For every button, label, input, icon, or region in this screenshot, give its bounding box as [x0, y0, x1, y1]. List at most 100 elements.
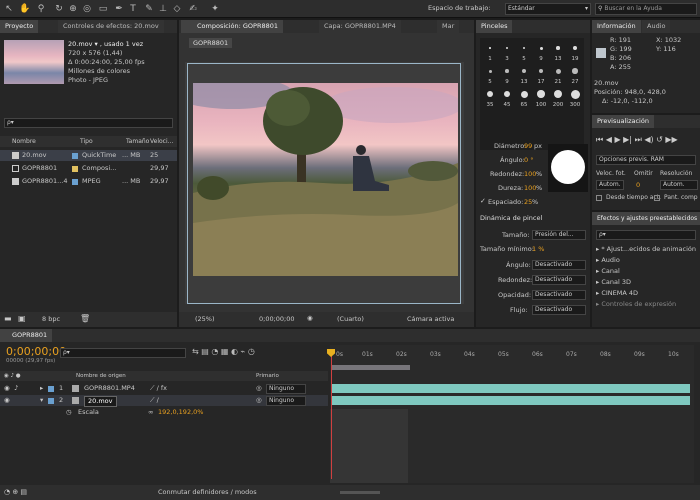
resolution-select[interactable]: Autom. [660, 180, 698, 190]
dyn-size-select[interactable]: Presión del... [532, 230, 586, 240]
layer-switches[interactable]: ⟋ / [150, 395, 159, 406]
work-area-bar[interactable] [332, 365, 410, 370]
project-search-input[interactable]: ρ▾ [4, 118, 173, 128]
parent-select[interactable]: Ninguno [266, 396, 306, 406]
next-frame-icon[interactable]: ▶| [623, 135, 632, 144]
stopwatch-icon[interactable]: ◷ [66, 407, 72, 418]
layer-row[interactable]: ◉ ♪ ▸ 1 GOPR8801.MP4 ⟋ / fx ◎ Ninguno [0, 383, 328, 394]
play-icon[interactable]: ▶ [614, 135, 620, 144]
new-comp-icon[interactable]: ▣ [18, 314, 26, 323]
column-size[interactable]: Tamaño [126, 136, 149, 147]
spacing-checkbox[interactable]: ✓ [480, 197, 486, 205]
prev-frame-icon[interactable]: ◀ [606, 135, 612, 144]
preview-options-select[interactable]: Opciones previs. RAM [596, 155, 696, 165]
tab-preview[interactable]: Previsualización [592, 115, 654, 128]
dyn-angle-select[interactable]: Desactivado [532, 260, 586, 270]
brush-preset-icon[interactable] [522, 69, 526, 73]
effects-search-input[interactable]: ρ▾ [596, 230, 696, 240]
camera-tool-icon[interactable]: ⊕ [66, 2, 80, 16]
expand-arrow-icon[interactable]: ▸ [40, 383, 43, 394]
dyn-roundness-select[interactable]: Desactivado [532, 275, 586, 285]
layer-name[interactable]: 20.mov [84, 396, 117, 407]
shy-icon[interactable]: ◔ [211, 347, 218, 356]
timeline-area[interactable]: 0s 01s 02s 03s 04s 05s 06s 07s 08s 09s 1… [327, 345, 694, 483]
effects-category[interactable]: ▸ Audio [592, 255, 700, 266]
visibility-eye-icon[interactable]: ◉ [4, 395, 10, 406]
effects-category[interactable]: ▸ * Ajust...ecidos de animación [592, 244, 700, 255]
timeline-timecode[interactable]: 0;00;00;00 [6, 345, 66, 358]
brush-preset-icon[interactable] [572, 68, 578, 74]
folder-icon[interactable]: ▬ [4, 314, 12, 323]
pen-tool-icon[interactable]: ✒ [112, 2, 126, 16]
skip-value[interactable]: 0 [636, 181, 640, 189]
trash-icon[interactable]: 🗑 [80, 314, 90, 323]
playhead[interactable] [331, 349, 332, 479]
property-row[interactable]: ◷ Escala ∞ 192,0,192,0% [0, 407, 328, 418]
fps-select[interactable]: Autom. [596, 180, 624, 190]
tab-effect-controls[interactable]: Controles de efectos: 20.mov [58, 20, 164, 33]
selection-tool-icon[interactable]: ↖ [2, 2, 16, 16]
tab-timeline-comp[interactable]: GOPR8801 [0, 329, 53, 342]
roto-brush-tool-icon[interactable]: ✍ [186, 2, 200, 16]
last-frame-icon[interactable]: ⏭ [635, 135, 642, 144]
comp-timecode[interactable]: 0;00;00;00 [259, 315, 295, 323]
parent-pick-whip-icon[interactable]: ◎ [256, 395, 262, 406]
layer-switches[interactable]: ⟋ / fx [150, 383, 167, 394]
col-source-name[interactable]: Nombre de origen [76, 371, 126, 381]
visibility-eye-icon[interactable]: ◉ [4, 383, 10, 394]
effects-category[interactable]: ▸ Canal [592, 266, 700, 277]
angle-value[interactable]: 0 ° [524, 156, 533, 164]
hardness-value[interactable]: 100 [524, 184, 536, 192]
column-name[interactable]: Nombre [12, 136, 36, 147]
eraser-tool-icon[interactable]: ◇ [170, 2, 184, 16]
quality-select[interactable]: (Cuarto) [337, 315, 364, 323]
timeline-search-input[interactable]: ρ▾ [60, 348, 186, 358]
comp-breadcrumb[interactable]: GOPR8801 [189, 38, 233, 48]
brush-presets-grid[interactable] [480, 38, 584, 150]
video-frame[interactable] [193, 83, 458, 276]
tab-brushes[interactable]: Pinceles [476, 20, 513, 33]
layer-row[interactable]: ◉ ▾ 2 20.mov ⟋ / ◎ Ninguno [0, 395, 328, 407]
motion-blur-icon[interactable]: ◐ [231, 347, 238, 356]
hand-tool-icon[interactable]: ✋ [18, 2, 32, 16]
tab-effects-presets[interactable]: Efectos y ajustes preestablecidos [592, 212, 700, 225]
mute-icon[interactable]: ◀) [644, 135, 653, 144]
puppet-tool-icon[interactable]: ✦ [208, 2, 222, 16]
roundness-value[interactable]: 100 [524, 170, 536, 178]
tab-project[interactable]: Proyecto [0, 20, 39, 33]
effects-category[interactable]: ▸ Controles de expresión [592, 299, 700, 310]
audio-speaker-icon[interactable]: ♪ [14, 383, 18, 394]
parent-select[interactable]: Ninguno [266, 384, 306, 394]
layer-name[interactable]: GOPR8801.MP4 [84, 383, 135, 394]
zoom-tool-icon[interactable]: ⚲ [34, 2, 48, 16]
help-search-input[interactable]: ⚲ Buscar en la Ayuda [595, 3, 697, 15]
timer-icon[interactable]: ◷ [248, 347, 255, 356]
pan-behind-tool-icon[interactable]: ◎ [80, 2, 94, 16]
brush-preset-icon[interactable] [539, 46, 543, 50]
brush-preset-icon[interactable] [506, 47, 508, 49]
tab-audio[interactable]: Audio [642, 20, 671, 33]
project-item-row[interactable]: GOPR8801...4 MPEG ... MB 29,97 [0, 176, 177, 187]
column-speed[interactable]: Veloci... [150, 136, 173, 147]
brush-tool-icon[interactable]: ✎ [142, 2, 156, 16]
brush-preset-icon[interactable] [554, 90, 562, 98]
zoom-slider[interactable] [340, 491, 380, 494]
dyn-opacity-select[interactable]: Desactivado [532, 290, 586, 300]
effects-category[interactable]: ▸ CINEMA 4D [592, 288, 700, 299]
col-parent[interactable]: Primario [256, 371, 279, 381]
tab-composition[interactable]: Composición: GOPR8801 [181, 20, 284, 33]
text-tool-icon[interactable]: T [126, 2, 140, 16]
camera-select[interactable]: Cámara activa [407, 315, 454, 323]
brush-preset-icon[interactable] [488, 69, 492, 73]
clone-stamp-tool-icon[interactable]: ⊥ [156, 2, 170, 16]
ram-preview-icon[interactable]: ▶▶ [665, 135, 677, 144]
mask-tool-icon[interactable]: ▭ [96, 2, 110, 16]
tab-info[interactable]: Información [592, 20, 641, 33]
brush-preset-icon[interactable] [555, 68, 561, 74]
scale-value[interactable]: 192,0,192,0% [158, 407, 203, 418]
frame-blending-icon[interactable]: ▦ [221, 347, 229, 356]
brush-preset-icon[interactable] [570, 89, 580, 99]
rotate-tool-icon[interactable]: ↻ [52, 2, 66, 16]
project-item-row[interactable]: 20.mov QuickTime ... MB 25 [0, 150, 177, 161]
brush-preset-icon[interactable] [487, 91, 493, 97]
